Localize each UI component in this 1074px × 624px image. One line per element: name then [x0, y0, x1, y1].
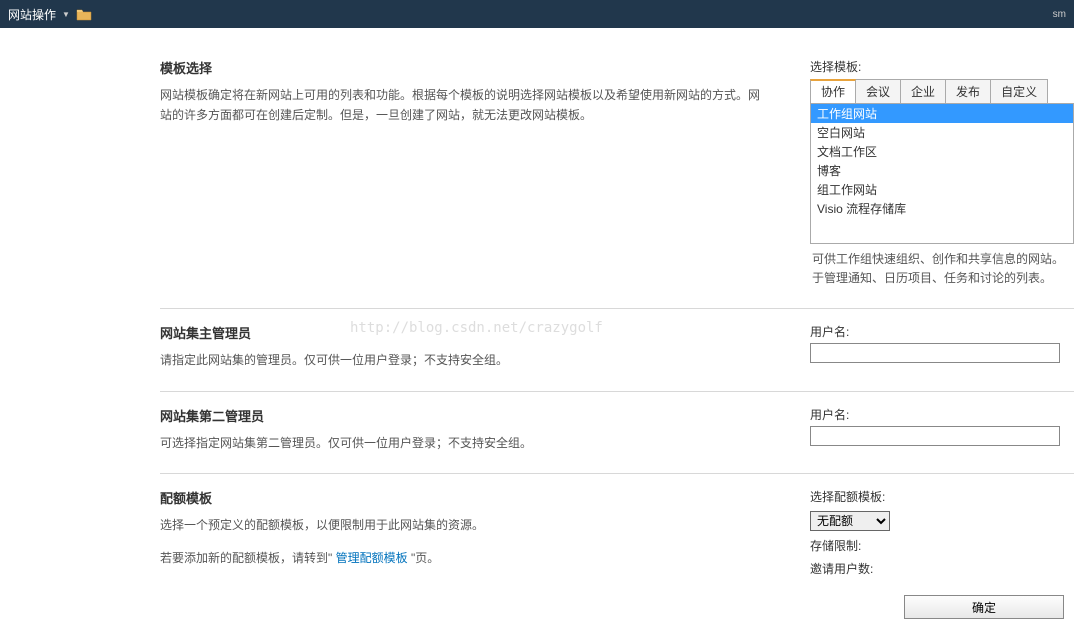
tab-publish[interactable]: 发布	[945, 79, 991, 103]
template-item-blank[interactable]: 空白网站	[811, 123, 1073, 142]
top-right-text: sm	[1053, 9, 1066, 20]
chevron-down-icon: ▼	[62, 10, 70, 19]
quota-desc2-suffix: "页。	[408, 551, 440, 565]
primary-admin-field-label: 用户名:	[810, 323, 1074, 340]
template-item-group-work[interactable]: 组工作网站	[811, 180, 1073, 199]
template-item-visio[interactable]: Visio 流程存储库	[811, 199, 1073, 218]
ok-button[interactable]: 确定	[904, 595, 1064, 619]
template-section-title: 模板选择	[160, 58, 770, 77]
primary-admin-title: 网站集主管理员	[160, 323, 770, 342]
quota-select[interactable]: 无配额	[810, 511, 890, 531]
secondary-admin-title: 网站集第二管理员	[160, 406, 770, 425]
quota-desc2: 若要添加新的配额模板，请转到" 管理配额模板 "页。	[160, 548, 770, 568]
tab-collaboration[interactable]: 协作	[810, 79, 856, 103]
site-actions-menu[interactable]: 网站操作 ▼	[8, 6, 92, 23]
template-tabs: 协作 会议 企业 发布 自定义	[810, 79, 1074, 104]
secondary-admin-field-label: 用户名:	[810, 406, 1074, 423]
template-item-team-site[interactable]: 工作组网站	[811, 104, 1073, 123]
template-section-desc: 网站模板确定将在新网站上可用的列表和功能。根据每个模板的说明选择网站模板以及希望…	[160, 85, 770, 126]
storage-limit-label: 存储限制:	[810, 537, 1074, 554]
template-item-blog[interactable]: 博客	[811, 161, 1073, 180]
quota-desc1: 选择一个预定义的配额模板，以便限制用于此网站集的资源。	[160, 515, 770, 535]
primary-admin-input[interactable]	[810, 343, 1060, 363]
invite-users-label: 邀请用户数:	[810, 560, 1074, 577]
top-bar: 网站操作 ▼ sm	[0, 0, 1074, 28]
template-description: 可供工作组快速组织、创作和共享信息的网站。于管理通知、日历项目、任务和讨论的列表…	[810, 244, 1074, 288]
footer: 确定	[904, 595, 1064, 619]
quota-title: 配额模板	[160, 488, 770, 507]
tab-meeting[interactable]: 会议	[855, 79, 901, 103]
tab-enterprise[interactable]: 企业	[900, 79, 946, 103]
primary-admin-desc: 请指定此网站集的管理员。仅可供一位用户登录；不支持安全组。	[160, 350, 770, 370]
quota-desc2-prefix: 若要添加新的配额模板，请转到"	[160, 551, 336, 565]
select-template-label: 选择模板:	[810, 58, 1074, 75]
secondary-admin-input[interactable]	[810, 426, 1060, 446]
tab-custom[interactable]: 自定义	[990, 79, 1048, 103]
manage-quota-link[interactable]: 管理配额模板	[336, 551, 408, 565]
template-item-doc-workspace[interactable]: 文档工作区	[811, 142, 1073, 161]
secondary-admin-desc: 可选择指定网站集第二管理员。仅可供一位用户登录；不支持安全组。	[160, 433, 770, 453]
site-actions-label: 网站操作	[8, 6, 56, 23]
folder-icon[interactable]	[76, 7, 92, 21]
quota-select-label: 选择配额模板:	[810, 488, 1074, 505]
template-listbox[interactable]: 工作组网站 空白网站 文档工作区 博客 组工作网站 Visio 流程存储库	[810, 104, 1074, 244]
